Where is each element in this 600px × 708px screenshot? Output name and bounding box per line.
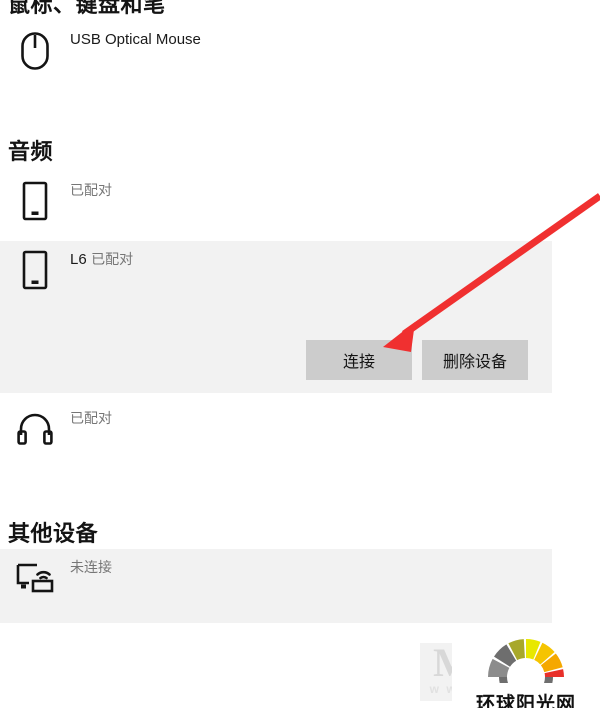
device-actions: 连接 删除设备 [306,340,528,380]
device-row-other-1[interactable]: 未连接 [0,549,552,623]
phone-icon [12,178,58,224]
device-text: L6 已配对 [70,241,133,270]
device-row-audio-3[interactable]: 已配对 [0,400,552,468]
logo-text: 环球阳光网 [475,694,576,708]
watermark-logo: 环球阳光网 [452,633,600,708]
mouse-icon [12,28,58,74]
sunburst-logo-icon [480,637,572,704]
device-text: 已配对 [70,172,112,201]
device-row-usb-optical-mouse[interactable]: USB Optical Mouse [0,22,552,82]
device-status: 已配对 [70,182,112,198]
device-text: 已配对 [70,400,112,429]
bluetooth-devices-page: 鼠标、键盘和笔 USB Optical Mouse 音频 已配对 L6 已配对 … [0,0,600,708]
phone-icon [12,247,58,293]
device-name: USB Optical Mouse [70,31,201,48]
headphones-icon [12,406,58,452]
device-name: L6 [70,251,87,268]
section-title-audio: 音频 [8,139,54,164]
remove-device-button[interactable]: 删除设备 [422,340,528,380]
device-status: 未连接 [70,559,112,575]
wireless-display-icon [12,555,58,601]
device-text: USB Optical Mouse [70,22,201,50]
connect-button[interactable]: 连接 [306,340,412,380]
section-title-mouse-keyboard: 鼠标、键盘和笔 [8,0,166,17]
device-text: 未连接 [70,549,112,578]
section-title-other-devices: 其他设备 [8,521,99,546]
device-row-audio-1[interactable]: 已配对 [0,172,552,240]
device-status: 已配对 [91,251,134,267]
device-status: 已配对 [70,410,112,426]
